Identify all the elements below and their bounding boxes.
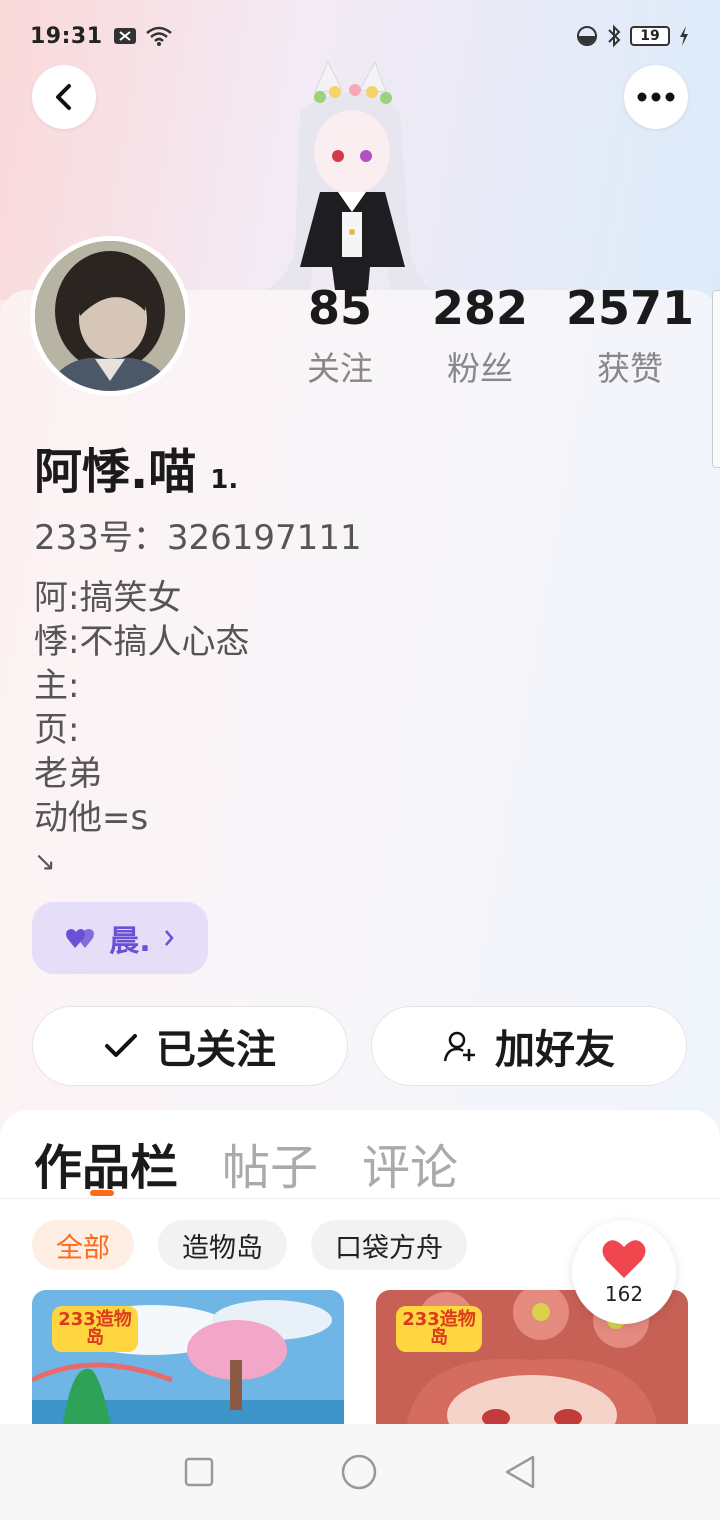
tab-active-indicator xyxy=(90,1190,114,1196)
back-triangle-icon[interactable] xyxy=(503,1454,537,1490)
add-user-icon xyxy=(443,1031,475,1062)
chevron-right-icon xyxy=(164,930,174,946)
status-bar: 19:31 19 xyxy=(0,0,720,72)
following-label: 已关注 xyxy=(156,1027,276,1073)
home-icon[interactable] xyxy=(340,1453,378,1491)
more-options-button[interactable] xyxy=(624,65,688,129)
bio-line: 主: xyxy=(34,666,80,706)
add-friend-label: 加好友 xyxy=(495,1027,615,1073)
tab-comments[interactable]: 评论 xyxy=(362,1128,458,1198)
bluetooth-icon xyxy=(608,24,621,48)
wifi-icon xyxy=(145,26,172,46)
cp-tag-label: 晨. xyxy=(109,924,151,959)
game-badge: 233造物岛 xyxy=(52,1306,138,1352)
avatar-character-illustration xyxy=(265,60,435,290)
level-badge: 1. xyxy=(210,465,239,495)
chevron-left-icon xyxy=(56,84,71,110)
content-tabs: 作品栏 帖子 评论 xyxy=(34,1128,458,1198)
filter-pocket-ark[interactable]: 口袋方舟 xyxy=(311,1220,467,1270)
scroll-handle[interactable] xyxy=(712,290,720,468)
bio-line: 动他=s xyxy=(34,798,149,838)
stat-followers-label: 粉丝 xyxy=(447,349,513,388)
add-friend-button[interactable]: 加好友 xyxy=(371,1006,687,1086)
bio-line: 阿:搞笑女 xyxy=(34,578,182,618)
stat-following-label: 关注 xyxy=(307,349,373,388)
charging-icon xyxy=(680,26,688,46)
tabs-divider xyxy=(0,1198,720,1199)
like-count: 162 xyxy=(604,1282,644,1306)
stat-following[interactable]: 85 关注 xyxy=(270,280,410,390)
bio-line: 老弟 xyxy=(34,754,102,794)
tab-posts[interactable]: 帖子 xyxy=(222,1128,318,1198)
user-id: 233号：326197111 xyxy=(34,518,362,558)
profile-stats: 85 关注 282 粉丝 2571 获赞 xyxy=(300,280,700,390)
bio-line: 页: xyxy=(34,710,80,750)
filter-creation-island[interactable]: 造物岛 xyxy=(158,1220,287,1270)
work-card[interactable]: 233造物岛 xyxy=(32,1290,344,1430)
heart-icon xyxy=(602,1240,646,1278)
stat-following-value: 85 xyxy=(307,281,372,335)
recents-icon[interactable] xyxy=(183,1456,215,1488)
stat-likes[interactable]: 2571 获赞 xyxy=(560,280,700,390)
profile-bio: 阿:搞笑女 悸:不搞人心态 主: 页: 老弟 动他=s ↘ xyxy=(34,576,249,884)
following-button[interactable]: 已关注 xyxy=(32,1006,348,1086)
battery-indicator: 19 xyxy=(630,26,670,46)
back-button[interactable] xyxy=(32,65,96,129)
double-heart-icon xyxy=(66,929,95,948)
game-badge: 233造物岛 xyxy=(396,1306,482,1352)
like-button[interactable]: 162 xyxy=(572,1220,676,1324)
stat-followers[interactable]: 282 粉丝 xyxy=(410,280,550,390)
tab-works[interactable]: 作品栏 xyxy=(34,1128,178,1198)
filter-all[interactable]: 全部 xyxy=(32,1220,134,1270)
stat-followers-value: 282 xyxy=(431,281,529,335)
more-dots-icon xyxy=(637,92,675,102)
notification-icon xyxy=(113,28,136,44)
data-saver-icon xyxy=(577,26,597,46)
avatar-photo xyxy=(35,241,185,391)
system-navigation-bar xyxy=(0,1424,720,1520)
profile-name: 阿悸.喵 xyxy=(34,444,197,500)
stat-likes-value: 2571 xyxy=(565,281,695,335)
name-row: 阿悸.喵 1. xyxy=(34,432,238,502)
checkmark-icon xyxy=(105,1034,137,1057)
avatar[interactable] xyxy=(30,236,190,396)
filter-chips: 全部 造物岛 口袋方舟 xyxy=(32,1220,467,1270)
status-time: 19:31 xyxy=(30,23,103,49)
stat-likes-label: 获赞 xyxy=(597,349,663,388)
cp-tag-chip[interactable]: 晨. xyxy=(32,902,208,974)
bio-line: 悸:不搞人心态 xyxy=(34,622,250,662)
bio-line: ↘ xyxy=(34,847,56,877)
